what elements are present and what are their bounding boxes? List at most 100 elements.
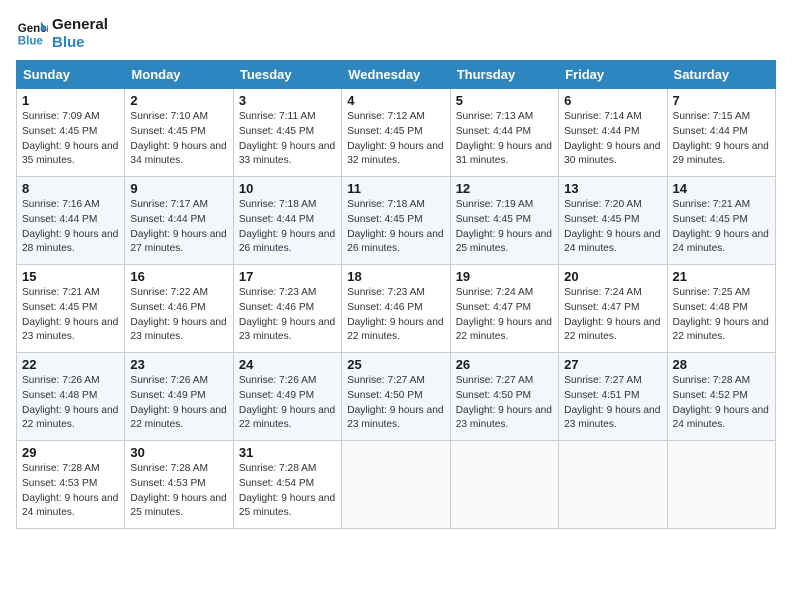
day-number: 3 bbox=[239, 93, 336, 108]
page-header: General Blue General Blue bbox=[16, 16, 776, 52]
calendar-day-30: 30 Sunrise: 7:28 AMSunset: 4:53 PMDaylig… bbox=[125, 441, 233, 529]
day-info: Sunrise: 7:13 AMSunset: 4:44 PMDaylight:… bbox=[456, 111, 552, 166]
calendar-day-16: 16 Sunrise: 7:22 AMSunset: 4:46 PMDaylig… bbox=[125, 265, 233, 353]
logo-general: General bbox=[52, 16, 108, 34]
day-header-saturday: Saturday bbox=[667, 61, 775, 89]
empty-day bbox=[450, 441, 558, 529]
calendar-day-29: 29 Sunrise: 7:28 AMSunset: 4:53 PMDaylig… bbox=[17, 441, 125, 529]
day-number: 29 bbox=[22, 445, 119, 460]
day-number: 9 bbox=[130, 181, 227, 196]
calendar-week-1: 1 Sunrise: 7:09 AMSunset: 4:45 PMDayligh… bbox=[17, 89, 776, 177]
day-number: 21 bbox=[673, 269, 770, 284]
day-info: Sunrise: 7:23 AMSunset: 4:46 PMDaylight:… bbox=[239, 287, 335, 342]
day-number: 14 bbox=[673, 181, 770, 196]
day-header-wednesday: Wednesday bbox=[342, 61, 450, 89]
day-info: Sunrise: 7:28 AMSunset: 4:53 PMDaylight:… bbox=[22, 463, 118, 518]
calendar-day-14: 14 Sunrise: 7:21 AMSunset: 4:45 PMDaylig… bbox=[667, 177, 775, 265]
day-number: 13 bbox=[564, 181, 661, 196]
day-number: 30 bbox=[130, 445, 227, 460]
day-number: 27 bbox=[564, 357, 661, 372]
day-info: Sunrise: 7:28 AMSunset: 4:52 PMDaylight:… bbox=[673, 375, 769, 430]
calendar-week-4: 22 Sunrise: 7:26 AMSunset: 4:48 PMDaylig… bbox=[17, 353, 776, 441]
day-number: 12 bbox=[456, 181, 553, 196]
calendar-week-2: 8 Sunrise: 7:16 AMSunset: 4:44 PMDayligh… bbox=[17, 177, 776, 265]
day-number: 16 bbox=[130, 269, 227, 284]
day-info: Sunrise: 7:19 AMSunset: 4:45 PMDaylight:… bbox=[456, 199, 552, 254]
calendar-day-4: 4 Sunrise: 7:12 AMSunset: 4:45 PMDayligh… bbox=[342, 89, 450, 177]
day-info: Sunrise: 7:18 AMSunset: 4:44 PMDaylight:… bbox=[239, 199, 335, 254]
day-info: Sunrise: 7:21 AMSunset: 4:45 PMDaylight:… bbox=[22, 287, 118, 342]
calendar-day-28: 28 Sunrise: 7:28 AMSunset: 4:52 PMDaylig… bbox=[667, 353, 775, 441]
calendar-day-2: 2 Sunrise: 7:10 AMSunset: 4:45 PMDayligh… bbox=[125, 89, 233, 177]
day-header-friday: Friday bbox=[559, 61, 667, 89]
day-info: Sunrise: 7:28 AMSunset: 4:53 PMDaylight:… bbox=[130, 463, 226, 518]
calendar-day-12: 12 Sunrise: 7:19 AMSunset: 4:45 PMDaylig… bbox=[450, 177, 558, 265]
empty-day bbox=[342, 441, 450, 529]
day-info: Sunrise: 7:25 AMSunset: 4:48 PMDaylight:… bbox=[673, 287, 769, 342]
day-info: Sunrise: 7:28 AMSunset: 4:54 PMDaylight:… bbox=[239, 463, 335, 518]
day-number: 8 bbox=[22, 181, 119, 196]
empty-day bbox=[667, 441, 775, 529]
calendar-day-26: 26 Sunrise: 7:27 AMSunset: 4:50 PMDaylig… bbox=[450, 353, 558, 441]
day-number: 26 bbox=[456, 357, 553, 372]
svg-text:Blue: Blue bbox=[18, 36, 44, 48]
day-info: Sunrise: 7:27 AMSunset: 4:51 PMDaylight:… bbox=[564, 375, 660, 430]
day-number: 20 bbox=[564, 269, 661, 284]
day-info: Sunrise: 7:27 AMSunset: 4:50 PMDaylight:… bbox=[347, 375, 443, 430]
calendar-day-24: 24 Sunrise: 7:26 AMSunset: 4:49 PMDaylig… bbox=[233, 353, 341, 441]
day-info: Sunrise: 7:17 AMSunset: 4:44 PMDaylight:… bbox=[130, 199, 226, 254]
day-info: Sunrise: 7:23 AMSunset: 4:46 PMDaylight:… bbox=[347, 287, 443, 342]
day-number: 15 bbox=[22, 269, 119, 284]
day-header-tuesday: Tuesday bbox=[233, 61, 341, 89]
calendar-table: SundayMondayTuesdayWednesdayThursdayFrid… bbox=[16, 60, 776, 529]
calendar-day-19: 19 Sunrise: 7:24 AMSunset: 4:47 PMDaylig… bbox=[450, 265, 558, 353]
day-info: Sunrise: 7:24 AMSunset: 4:47 PMDaylight:… bbox=[456, 287, 552, 342]
calendar-day-22: 22 Sunrise: 7:26 AMSunset: 4:48 PMDaylig… bbox=[17, 353, 125, 441]
day-number: 28 bbox=[673, 357, 770, 372]
calendar-day-11: 11 Sunrise: 7:18 AMSunset: 4:45 PMDaylig… bbox=[342, 177, 450, 265]
empty-day bbox=[559, 441, 667, 529]
day-info: Sunrise: 7:10 AMSunset: 4:45 PMDaylight:… bbox=[130, 111, 226, 166]
day-info: Sunrise: 7:12 AMSunset: 4:45 PMDaylight:… bbox=[347, 111, 443, 166]
day-info: Sunrise: 7:09 AMSunset: 4:45 PMDaylight:… bbox=[22, 111, 118, 166]
day-number: 10 bbox=[239, 181, 336, 196]
calendar-week-5: 29 Sunrise: 7:28 AMSunset: 4:53 PMDaylig… bbox=[17, 441, 776, 529]
calendar-day-18: 18 Sunrise: 7:23 AMSunset: 4:46 PMDaylig… bbox=[342, 265, 450, 353]
calendar-day-5: 5 Sunrise: 7:13 AMSunset: 4:44 PMDayligh… bbox=[450, 89, 558, 177]
day-info: Sunrise: 7:27 AMSunset: 4:50 PMDaylight:… bbox=[456, 375, 552, 430]
day-info: Sunrise: 7:26 AMSunset: 4:49 PMDaylight:… bbox=[130, 375, 226, 430]
logo-blue: Blue bbox=[52, 34, 108, 52]
day-number: 5 bbox=[456, 93, 553, 108]
calendar-day-1: 1 Sunrise: 7:09 AMSunset: 4:45 PMDayligh… bbox=[17, 89, 125, 177]
calendar-day-15: 15 Sunrise: 7:21 AMSunset: 4:45 PMDaylig… bbox=[17, 265, 125, 353]
calendar-day-10: 10 Sunrise: 7:18 AMSunset: 4:44 PMDaylig… bbox=[233, 177, 341, 265]
day-info: Sunrise: 7:18 AMSunset: 4:45 PMDaylight:… bbox=[347, 199, 443, 254]
day-number: 1 bbox=[22, 93, 119, 108]
day-info: Sunrise: 7:15 AMSunset: 4:44 PMDaylight:… bbox=[673, 111, 769, 166]
day-number: 22 bbox=[22, 357, 119, 372]
calendar-header-row: SundayMondayTuesdayWednesdayThursdayFrid… bbox=[17, 61, 776, 89]
day-number: 18 bbox=[347, 269, 444, 284]
day-info: Sunrise: 7:16 AMSunset: 4:44 PMDaylight:… bbox=[22, 199, 118, 254]
day-info: Sunrise: 7:24 AMSunset: 4:47 PMDaylight:… bbox=[564, 287, 660, 342]
calendar-day-17: 17 Sunrise: 7:23 AMSunset: 4:46 PMDaylig… bbox=[233, 265, 341, 353]
calendar-day-20: 20 Sunrise: 7:24 AMSunset: 4:47 PMDaylig… bbox=[559, 265, 667, 353]
day-number: 17 bbox=[239, 269, 336, 284]
day-number: 23 bbox=[130, 357, 227, 372]
day-header-sunday: Sunday bbox=[17, 61, 125, 89]
calendar-day-6: 6 Sunrise: 7:14 AMSunset: 4:44 PMDayligh… bbox=[559, 89, 667, 177]
day-number: 19 bbox=[456, 269, 553, 284]
day-header-thursday: Thursday bbox=[450, 61, 558, 89]
day-info: Sunrise: 7:21 AMSunset: 4:45 PMDaylight:… bbox=[673, 199, 769, 254]
day-number: 7 bbox=[673, 93, 770, 108]
day-info: Sunrise: 7:11 AMSunset: 4:45 PMDaylight:… bbox=[239, 111, 335, 166]
calendar-week-3: 15 Sunrise: 7:21 AMSunset: 4:45 PMDaylig… bbox=[17, 265, 776, 353]
logo-icon: General Blue bbox=[16, 18, 48, 50]
calendar-day-23: 23 Sunrise: 7:26 AMSunset: 4:49 PMDaylig… bbox=[125, 353, 233, 441]
calendar-day-13: 13 Sunrise: 7:20 AMSunset: 4:45 PMDaylig… bbox=[559, 177, 667, 265]
day-info: Sunrise: 7:14 AMSunset: 4:44 PMDaylight:… bbox=[564, 111, 660, 166]
day-info: Sunrise: 7:26 AMSunset: 4:48 PMDaylight:… bbox=[22, 375, 118, 430]
day-info: Sunrise: 7:20 AMSunset: 4:45 PMDaylight:… bbox=[564, 199, 660, 254]
calendar-day-9: 9 Sunrise: 7:17 AMSunset: 4:44 PMDayligh… bbox=[125, 177, 233, 265]
day-number: 6 bbox=[564, 93, 661, 108]
